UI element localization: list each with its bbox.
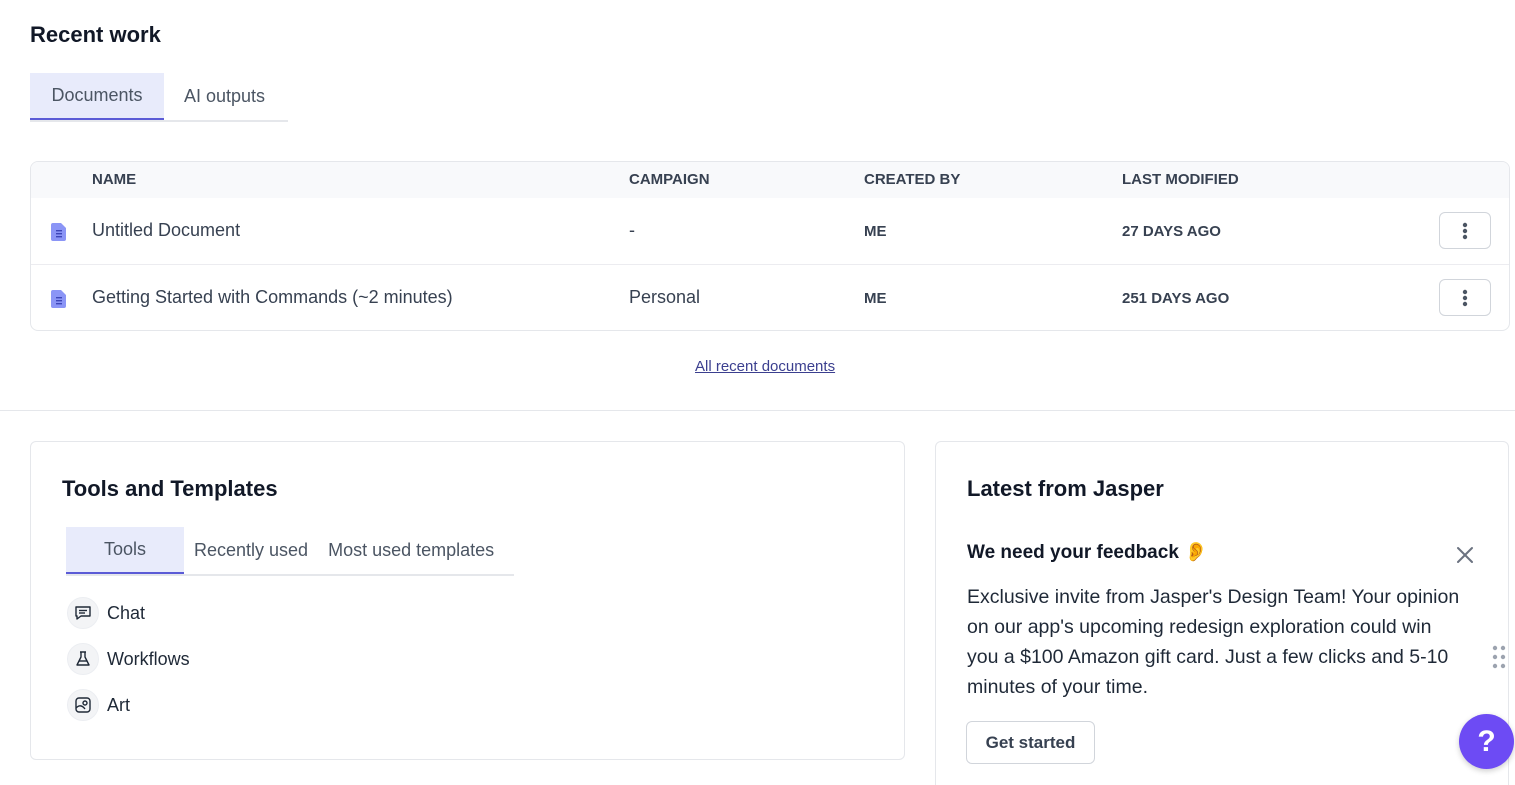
document-last-modified: 27 DAYS AGO [1122,223,1221,240]
table-header: NAME CAMPAIGN CREATED BY LAST MODIFIED [31,162,1509,198]
tool-item-chat[interactable]: Chat [67,597,145,629]
vertical-dots-icon [1462,222,1468,239]
documents-table: NAME CAMPAIGN CREATED BY LAST MODIFIED U… [30,161,1510,331]
feedback-title: We need your feedback 👂 [967,540,1208,564]
tab-documents[interactable]: Documents [30,73,164,120]
ear-emoji: 👂 [1184,542,1208,563]
section-divider [0,410,1515,411]
latest-title: Latest from Jasper [967,476,1164,501]
help-button[interactable]: ? [1459,714,1514,769]
table-row[interactable]: Untitled Document - ME 27 DAYS AGO [31,198,1509,265]
tool-item-art[interactable]: Art [67,689,130,721]
latest-from-jasper-card: Latest from Jasper We need your feedback… [935,441,1509,785]
document-icon [51,290,66,308]
tab-most-used-templates[interactable]: Most used templates [318,527,504,574]
flask-icon [67,643,99,675]
get-started-button[interactable]: Get started [966,721,1095,764]
column-header-created-by[interactable]: CREATED BY [864,171,960,188]
column-header-name[interactable]: NAME [92,171,136,188]
document-campaign: Personal [629,287,701,307]
document-name[interactable]: Untitled Document [92,220,240,241]
recent-work-tabs: Documents AI outputs [30,73,288,122]
drag-handle-icon[interactable] [1492,645,1506,669]
row-more-button[interactable] [1439,279,1491,316]
row-more-button[interactable] [1439,212,1491,249]
document-name[interactable]: Getting Started with Commands (~2 minute… [92,287,453,308]
tab-tools[interactable]: Tools [66,527,184,574]
feedback-title-text: We need your feedback [967,542,1179,563]
vertical-dots-icon [1462,289,1468,306]
document-last-modified: 251 DAYS AGO [1122,290,1230,307]
column-header-campaign[interactable]: CAMPAIGN [629,171,710,188]
document-created-by: ME [864,223,887,240]
tool-label: Art [107,694,131,715]
tab-ai-outputs[interactable]: AI outputs [164,73,285,120]
document-icon [51,223,66,241]
document-created-by: ME [864,290,887,307]
all-recent-documents-link[interactable]: All recent documents [695,358,835,375]
recent-work-title: Recent work [30,22,161,47]
tool-label: Chat [107,602,146,623]
column-header-last-modified[interactable]: LAST MODIFIED [1122,171,1239,188]
document-campaign: - [629,220,635,240]
tool-label: Workflows [107,648,190,669]
table-row[interactable]: Getting Started with Commands (~2 minute… [31,265,1509,330]
tools-tabs: Tools Recently used Most used templates [66,527,514,576]
tools-title: Tools and Templates [62,476,278,501]
close-icon[interactable] [1454,544,1476,566]
tool-item-workflows[interactable]: Workflows [67,643,190,675]
feedback-body: Exclusive invite from Jasper's Design Te… [967,586,1460,698]
image-icon [67,689,99,721]
tab-recently-used[interactable]: Recently used [184,527,318,574]
chat-icon [67,597,99,629]
tools-and-templates-card: Tools and Templates Tools Recently used … [30,441,905,760]
